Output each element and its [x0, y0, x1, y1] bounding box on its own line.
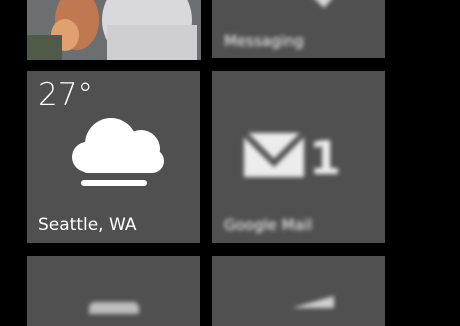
messaging-tile[interactable]: Messaging — [212, 0, 385, 58]
bottom-right-tile[interactable] — [212, 256, 385, 326]
photo-tile[interactable] — [27, 0, 201, 60]
location-label: Seattle, WA — [38, 215, 137, 235]
bottom-left-tile[interactable] — [27, 256, 200, 326]
tile-icon — [292, 296, 334, 308]
person-photo-image — [27, 0, 201, 60]
unread-count: 1 — [309, 131, 342, 185]
google-mail-label: Google Mail — [224, 216, 313, 234]
messaging-label: Messaging — [224, 32, 304, 50]
google-mail-tile[interactable]: 1 Google Mail — [212, 71, 385, 243]
tile-icon — [89, 302, 139, 314]
weather-tile[interactable]: 27° Seattle, WA — [27, 71, 200, 243]
cloud-underline — [81, 180, 147, 186]
